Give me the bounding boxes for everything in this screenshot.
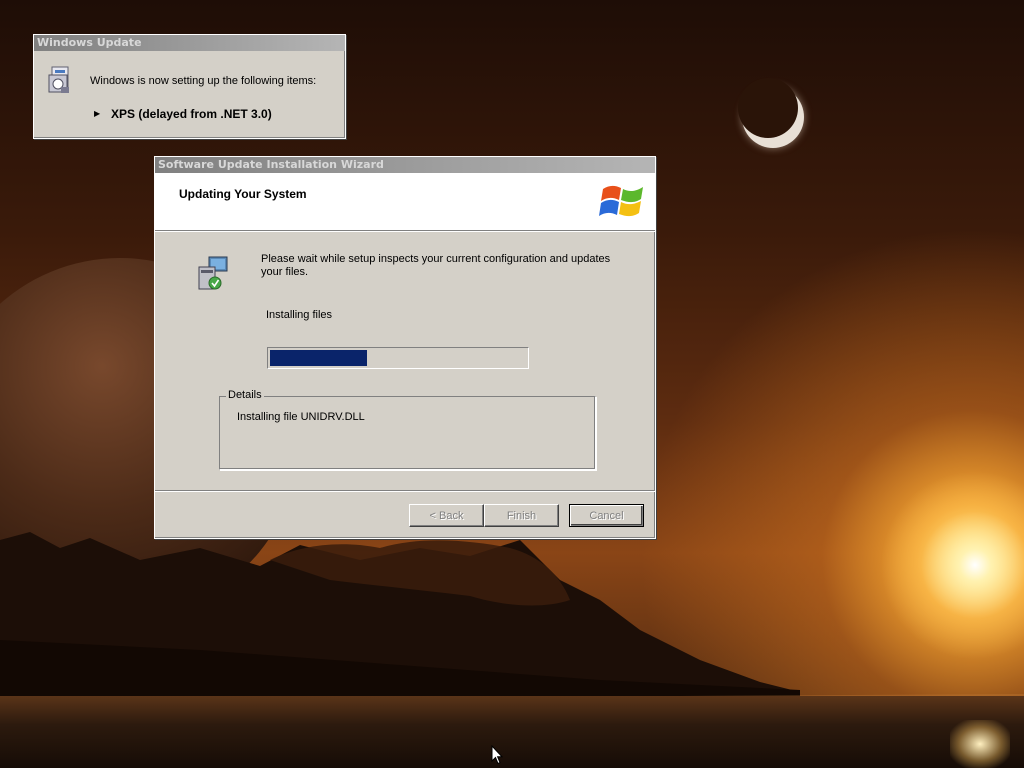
wallpaper-sea bbox=[0, 696, 1024, 768]
wizard-header: Updating Your System bbox=[155, 173, 655, 232]
install-status-label: Installing files bbox=[266, 309, 333, 321]
windows-update-titlebar[interactable]: Windows Update bbox=[34, 35, 345, 51]
windows-update-message: Windows is now setting up the following … bbox=[90, 75, 317, 87]
windows-update-window: Windows Update Windows is now setting up… bbox=[33, 34, 346, 139]
install-progress-fill bbox=[270, 350, 368, 366]
update-package-icon bbox=[46, 65, 76, 95]
windows-logo-icon bbox=[599, 179, 647, 225]
wizard-footer-divider bbox=[155, 490, 655, 492]
installation-wizard-window: Software Update Installation Wizard Upda… bbox=[154, 156, 656, 539]
item-bullet-icon: ▶ bbox=[94, 109, 101, 118]
windows-update-body: Windows is now setting up the following … bbox=[34, 51, 345, 137]
wizard-titlebar[interactable]: Software Update Installation Wizard bbox=[155, 157, 655, 173]
desktop: Windows Update Windows is now setting up… bbox=[0, 0, 1024, 768]
wizard-heading: Updating Your System bbox=[179, 187, 307, 201]
wizard-wait-message: Please wait while setup inspects your cu… bbox=[261, 253, 611, 278]
details-label: Details bbox=[226, 389, 264, 401]
details-text: Installing file UNIDRV.DLL bbox=[237, 411, 365, 423]
setup-computer-icon bbox=[195, 255, 231, 293]
install-progress-bar bbox=[267, 347, 529, 369]
mouse-pointer-icon bbox=[491, 744, 504, 765]
details-groupbox: Details Installing file UNIDRV.DLL bbox=[219, 389, 596, 470]
wallpaper-sun-reflection bbox=[950, 720, 1010, 768]
back-button[interactable]: < Back bbox=[409, 504, 484, 527]
cancel-button[interactable]: Cancel bbox=[569, 504, 644, 527]
windows-update-item: XPS (delayed from .NET 3.0) bbox=[111, 107, 272, 121]
finish-button[interactable]: Finish bbox=[484, 504, 559, 527]
